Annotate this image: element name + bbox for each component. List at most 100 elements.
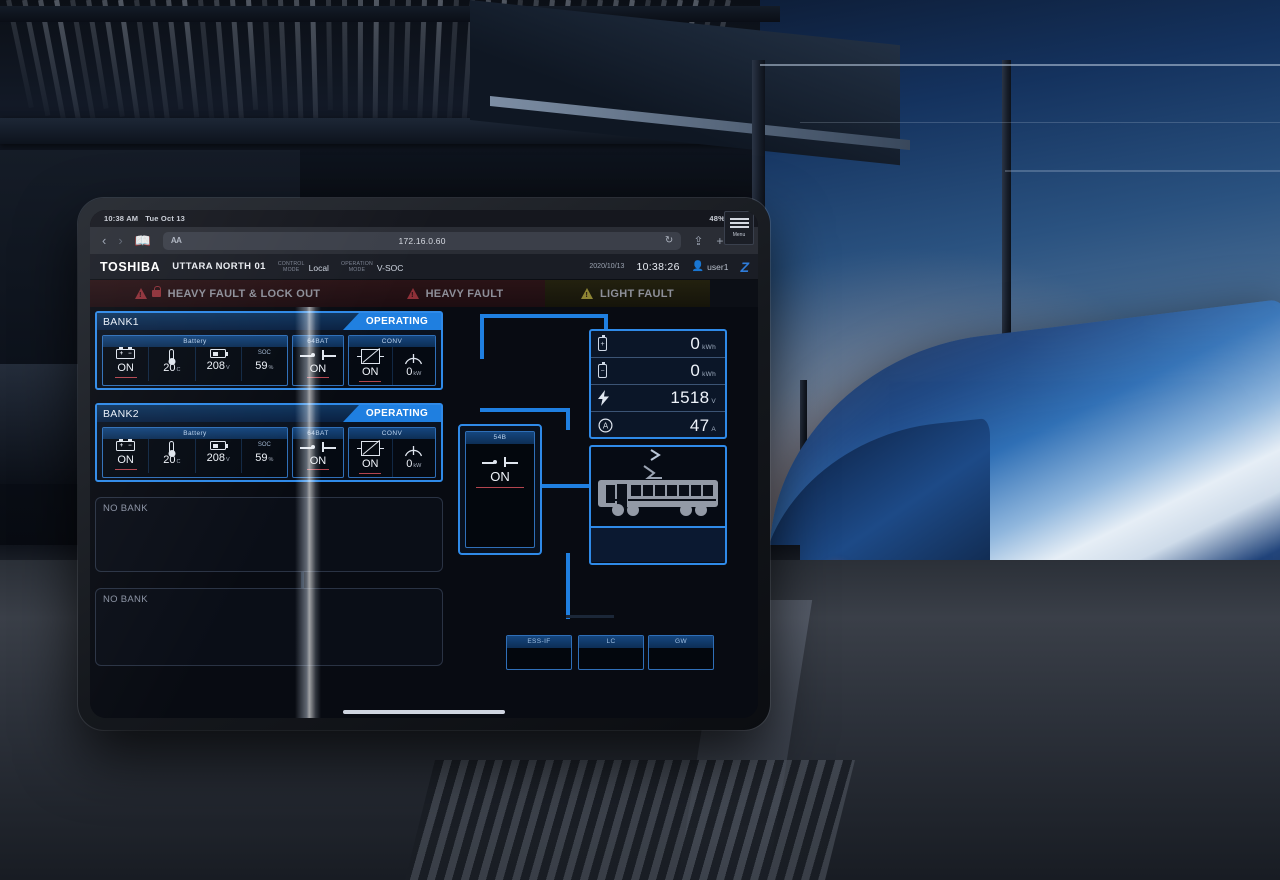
empty-bank-label: NO BANK: [103, 594, 148, 605]
control-mode: CONTROL MODE Local: [278, 261, 329, 273]
bank-2-conv-header: CONV: [349, 428, 435, 439]
status-underline: [114, 377, 137, 378]
catenary-wire-1: [760, 64, 1280, 66]
bank-1-battery-temperature: 20C: [148, 347, 194, 381]
address-bar[interactable]: AA 172.16.0.60 ↻: [162, 231, 682, 250]
wire-spare-1: [566, 615, 614, 618]
bank-2-bat-breaker[interactable]: ON: [293, 439, 343, 473]
metrics-panel: + 0 kWh − 0 kWh 1518 V A 47 A: [589, 329, 727, 439]
operation-mode: OPERATION MODE V-SOC: [341, 261, 403, 273]
status-underline: [359, 381, 382, 382]
alarm-label: LIGHT FAULT: [600, 287, 674, 300]
wire-breaker-down: [566, 553, 570, 619]
bank-1-bat-breaker-header: 64BAT: [293, 336, 343, 347]
bank-1-soc-label: SOC: [257, 350, 271, 356]
bank-1-bat-breaker[interactable]: ON: [293, 347, 343, 381]
battery-level-icon: [210, 349, 229, 358]
warning-triangle-icon: !: [406, 288, 419, 299]
app-header: TOSHIBA UTTARA NORTH 01 CONTROL MODE Loc…: [90, 254, 758, 280]
brand-logo: TOSHIBA: [100, 259, 161, 274]
alarm-heavy-fault-lock-out[interactable]: ! HEAVY FAULT & LOCK OUT: [90, 280, 365, 307]
bank-2-battery-temperature: 20C: [148, 439, 194, 473]
train-panel-footer: [591, 526, 725, 562]
bank-2-bat-breaker-cell[interactable]: 64BAT ON: [292, 427, 344, 478]
bank-2-conv-cell[interactable]: CONV ON 0kW: [348, 427, 436, 478]
bank-1-header: BANK1 OPERATING: [97, 313, 441, 330]
main-breaker-value: ON: [490, 469, 510, 484]
bank-2-battery-voltage: 208V: [194, 439, 241, 473]
warning-triangle-icon: !: [581, 288, 593, 299]
alarm-light-fault[interactable]: ! LIGHT FAULT: [545, 280, 710, 307]
main-breaker-header: 54B: [466, 432, 534, 444]
status-bar-battery-percent: 48%: [709, 214, 725, 223]
bank-1-conv-header: CONV: [349, 336, 435, 347]
empty-bank-label: NO BANK: [103, 503, 148, 514]
share-icon[interactable]: ⇪: [693, 234, 703, 248]
status-underline: [476, 487, 524, 488]
ess-if-label: ESS-IF: [507, 636, 571, 648]
line-voltage-value: 1518 V: [670, 388, 716, 407]
bank-2-bat-breaker-header: 64BAT: [293, 428, 343, 439]
bank-1-voltage-value: 208V: [206, 360, 230, 372]
button-ess-if[interactable]: ESS-IF: [506, 635, 572, 670]
url-text: 172.16.0.60: [398, 235, 446, 246]
alarm-heavy-fault[interactable]: ! HEAVY FAULT: [365, 280, 545, 307]
menu-button-label: Menu: [732, 232, 746, 238]
power-flow-row: [591, 447, 725, 462]
bank-1-conv-power-value: 0kW: [406, 366, 422, 378]
bank-panel-2[interactable]: BANK2 OPERATING Battery + − ON 20C 208V …: [95, 403, 443, 482]
ios-status-bar: 10:38 AM Tue Oct 13 48%: [90, 210, 758, 227]
tablet-screen: 10:38 AM Tue Oct 13 48% ‹ › 📖 AA 172.16.…: [90, 210, 758, 718]
empty-bank-panel-1[interactable]: NO BANK: [95, 497, 443, 572]
bank-1-bat-breaker-value: ON: [309, 362, 327, 375]
button-gw[interactable]: GW: [648, 635, 714, 670]
chevron-right-icon[interactable]: ›: [118, 234, 122, 247]
bank-2-battery-soc: SOC 59%: [240, 439, 287, 473]
bank-1-conv-state[interactable]: ON: [349, 347, 392, 385]
svg-text:A: A: [603, 422, 609, 431]
ammeter-icon: A: [598, 418, 616, 433]
metric-discharge-energy: − 0 kWh: [591, 358, 725, 385]
wire-bank1-up: [480, 314, 484, 358]
bank-2-title: BANK2: [103, 407, 139, 420]
train-icon-wrap: [591, 462, 725, 526]
metric-line-voltage: 1518 V: [591, 385, 725, 412]
bank-2-conv-state[interactable]: ON: [349, 439, 392, 477]
single-line-diagram: BANK1 OPERATING Battery + − ON 20C 208V …: [90, 307, 758, 718]
converter-icon: [356, 441, 384, 456]
bank-1-conv-cell[interactable]: CONV ON 0kW: [348, 335, 436, 386]
status-underline: [307, 377, 329, 378]
screenshot-scene: 10:38 AM Tue Oct 13 48% ‹ › 📖 AA 172.16.…: [0, 0, 1280, 880]
bank-1-battery-cell[interactable]: Battery + − ON 20C 208V SOC 59%: [102, 335, 288, 386]
home-indicator[interactable]: [343, 710, 505, 714]
alarm-bar: ! HEAVY FAULT & LOCK OUT ! HEAVY FAULT !…: [90, 280, 758, 307]
breaker-icon: [300, 441, 336, 453]
status-underline: [359, 473, 382, 474]
status-underline: [114, 469, 137, 470]
alarm-label: HEAVY FAULT: [425, 287, 504, 300]
tactile-paving: [405, 760, 855, 880]
catenary-wire-3: [1005, 170, 1280, 172]
control-mode-label-2: MODE: [283, 266, 300, 273]
main-breaker-panel[interactable]: 54B ON: [458, 424, 542, 555]
user-info[interactable]: 👤 user1: [692, 261, 729, 272]
menu-button[interactable]: Menu: [724, 211, 754, 245]
battery-terminal-icon: + −: [116, 347, 136, 359]
bank-2-battery-cell[interactable]: Battery + − ON 20C 208V SOC 59%: [102, 427, 288, 478]
bank-2-battery-switch[interactable]: + − ON: [103, 439, 148, 473]
browser-toolbar: ‹ › 📖 AA 172.16.0.60 ↻ ⇪ + ⎙: [90, 227, 758, 254]
empty-bank-panel-2[interactable]: NO BANK: [95, 588, 443, 666]
chevron-left-icon[interactable]: ‹: [102, 234, 106, 247]
bank-1-battery-switch[interactable]: + − ON: [103, 347, 148, 381]
plus-icon[interactable]: +: [716, 234, 723, 248]
gw-label: GW: [649, 636, 713, 648]
book-icon[interactable]: 📖: [135, 234, 151, 247]
line-current-value: 47 A: [689, 415, 716, 435]
operation-mode-label-2: MODE: [348, 266, 366, 273]
bank-panel-1[interactable]: BANK1 OPERATING Battery + − ON 20C 208V …: [95, 311, 443, 390]
bank-1-bat-breaker-cell[interactable]: 64BAT ON: [292, 335, 344, 386]
button-lc[interactable]: LC: [578, 635, 644, 670]
tablet-device: 10:38 AM Tue Oct 13 48% ‹ › 📖 AA 172.16.…: [78, 198, 770, 730]
bank-2-status: OPERATING: [343, 405, 441, 422]
header-date: 2020/10/13: [589, 263, 625, 270]
